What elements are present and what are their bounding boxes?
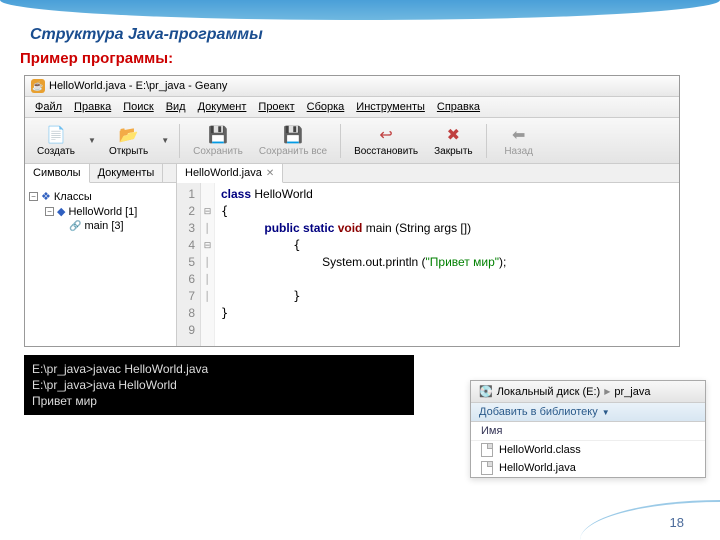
collapse-icon[interactable]: −	[45, 207, 54, 216]
menu-document[interactable]: Документ	[192, 99, 253, 115]
page-number: 18	[670, 515, 684, 530]
file-icon	[481, 443, 493, 457]
toolbar-separator	[179, 124, 180, 158]
explorer-breadcrumb[interactable]: 💽 Локальный диск (E:) ▶ pr_java	[471, 381, 705, 403]
tree-node-helloworld[interactable]: − ◆ HelloWorld [1]	[29, 204, 172, 219]
fold-marker-icon[interactable]: ⊟	[201, 237, 214, 254]
menu-tools[interactable]: Инструменты	[350, 99, 431, 115]
sidebar: Символы Документы − ❖ Классы − ◆ HelloWo…	[25, 164, 177, 346]
toolbar: 📄 Создать ▼ 📂 Открыть ▼ 💾 Сохранить 💾 Со…	[25, 118, 679, 164]
disk-icon: 💽	[479, 385, 493, 398]
code-area[interactable]: 1 2 3 4 5 6 7 8 9 ⊟│ ⊟│││ class HelloWor…	[177, 183, 679, 346]
file-icon	[481, 461, 493, 475]
column-header-name[interactable]: Имя	[471, 422, 705, 441]
menu-bar: Файл Правка Поиск Вид Документ Проект Сб…	[25, 97, 679, 118]
editor-area: HelloWorld.java ✕ 1 2 3 4 5 6 7 8 9 ⊟│	[177, 164, 679, 346]
file-row-class[interactable]: HelloWorld.class	[471, 441, 705, 459]
editor-tab-helloworld[interactable]: HelloWorld.java ✕	[177, 164, 283, 183]
window-title-text: HelloWorld.java - E:\pr_java - Geany	[49, 80, 227, 92]
menu-help[interactable]: Справка	[431, 99, 486, 115]
menu-project[interactable]: Проект	[252, 99, 300, 115]
create-dropdown-arrow-icon[interactable]: ▼	[85, 136, 99, 145]
fold-marker-icon[interactable]: ⊟	[201, 203, 214, 220]
console-output: E:\pr_java>javac HelloWorld.javaE:\pr_ja…	[24, 355, 414, 415]
ide-body: Символы Документы − ❖ Классы − ◆ HelloWo…	[25, 164, 679, 346]
close-button[interactable]: ✖ Закрыть	[428, 122, 479, 159]
app-icon: ☕	[31, 79, 45, 93]
tree-node-main[interactable]: 🔗 main [3]	[29, 219, 172, 233]
collapse-icon[interactable]: −	[29, 192, 38, 201]
create-button[interactable]: 📄 Создать	[31, 122, 81, 159]
editor-tabs: HelloWorld.java ✕	[177, 164, 679, 183]
chevron-down-icon: ▼	[602, 408, 610, 417]
menu-file[interactable]: Файл	[29, 99, 68, 115]
tab-documents[interactable]: Документы	[90, 164, 164, 182]
menu-search[interactable]: Поиск	[117, 99, 159, 115]
sidebar-tabs: Символы Документы	[25, 164, 176, 183]
save-button[interactable]: 💾 Сохранить	[187, 122, 249, 159]
class-icon: ◆	[57, 205, 65, 218]
restore-icon: ↩	[375, 124, 397, 146]
breadcrumb-separator-icon: ▶	[604, 387, 610, 396]
fold-gutter: ⊟│ ⊟│││	[201, 183, 215, 346]
open-button[interactable]: 📂 Открыть	[103, 122, 154, 159]
file-explorer-window: 💽 Локальный диск (E:) ▶ pr_java Добавить…	[470, 380, 706, 478]
close-tab-icon[interactable]: ✕	[266, 168, 274, 179]
code-content[interactable]: class HelloWorld { public static void ma…	[215, 183, 512, 346]
back-arrow-icon: ⬅	[508, 124, 530, 146]
menu-build[interactable]: Сборка	[301, 99, 351, 115]
window-titlebar: ☕ HelloWorld.java - E:\pr_java - Geany	[25, 76, 679, 97]
new-file-icon: 📄	[45, 124, 67, 146]
save-icon: 💾	[207, 124, 229, 146]
menu-view[interactable]: Вид	[160, 99, 192, 115]
slide-decoration-arc	[580, 500, 720, 540]
class-group-icon: ❖	[41, 190, 51, 203]
symbol-tree: − ❖ Классы − ◆ HelloWorld [1] 🔗 main [3]	[25, 183, 176, 239]
save-all-button[interactable]: 💾 Сохранить все	[253, 122, 333, 159]
geany-ide-window: ☕ HelloWorld.java - E:\pr_java - Geany Ф…	[24, 75, 680, 347]
file-row-java[interactable]: HelloWorld.java	[471, 459, 705, 477]
toolbar-separator	[340, 124, 341, 158]
open-folder-icon: 📂	[118, 124, 140, 146]
slide-subtitle: Пример программы:	[0, 48, 720, 73]
tab-symbols[interactable]: Символы	[25, 164, 90, 183]
method-icon: 🔗	[69, 221, 81, 232]
add-to-library-button[interactable]: Добавить в библиотеку ▼	[471, 403, 705, 422]
close-icon: ✖	[442, 124, 464, 146]
toolbar-separator	[486, 124, 487, 158]
restore-button[interactable]: ↩ Восстановить	[348, 122, 424, 159]
line-gutter: 1 2 3 4 5 6 7 8 9	[177, 183, 201, 346]
slide-header-decoration	[0, 0, 720, 20]
open-dropdown-arrow-icon[interactable]: ▼	[158, 136, 172, 145]
back-button[interactable]: ⬅ Назад	[494, 122, 544, 159]
menu-edit[interactable]: Правка	[68, 99, 117, 115]
slide-title: Структура Java-программы	[0, 20, 720, 48]
tree-node-classes[interactable]: − ❖ Классы	[29, 189, 172, 204]
save-all-icon: 💾	[282, 124, 304, 146]
